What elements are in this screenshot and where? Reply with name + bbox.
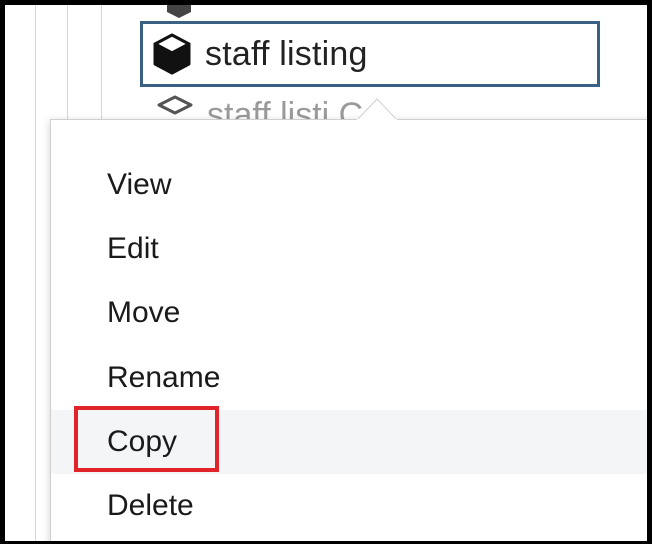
menu-item-edit[interactable]: Edit [51,217,647,281]
tree-guide-line [35,5,36,541]
menu-caret [357,98,397,121]
menu-item-move[interactable]: Move [51,281,647,345]
menu-item-view[interactable]: View [51,153,647,217]
menu-item-copy[interactable]: Copy [51,410,647,474]
tree-node-selected[interactable]: staff listing [140,21,600,87]
cube-icon [153,33,191,75]
menu-item-rename[interactable]: Rename [51,346,647,410]
tree-node-label: staff listing [205,34,368,73]
menu-item-delete[interactable]: Delete [51,474,647,538]
context-menu: View Edit Move Rename Copy Delete [50,119,647,541]
cube-icon [167,5,191,18]
screenshot-frame: staff listing staff listi C View Edit Mo… [0,0,652,544]
